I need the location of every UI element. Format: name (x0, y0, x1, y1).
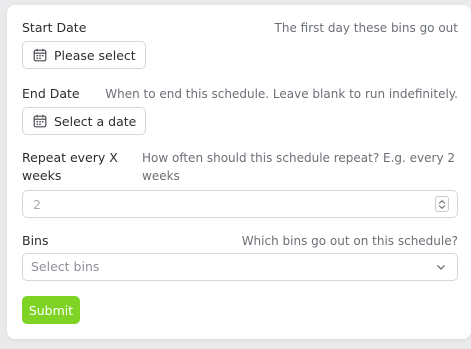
end-date-help: When to end this schedule. Leave blank t… (105, 87, 458, 101)
repeat-label-line2: weeks (22, 168, 62, 183)
start-date-field: Start Date The first day these bins go o… (22, 18, 458, 73)
start-date-label-row: Start Date The first day these bins go o… (22, 18, 458, 38)
stepper-icon[interactable] (435, 196, 449, 212)
start-date-button[interactable]: Please select (22, 41, 146, 69)
chevron-down-icon (437, 265, 445, 270)
start-date-label: Start Date (22, 20, 87, 35)
bins-select[interactable]: Select bins (22, 253, 458, 281)
submit-button[interactable]: Submit (22, 296, 80, 324)
bins-label: Bins (22, 233, 49, 248)
repeat-label: Repeat every X weeks (22, 149, 118, 185)
bins-label-row: Bins Which bins go out on this schedule? (22, 231, 458, 251)
bins-help: Which bins go out on this schedule? (241, 234, 458, 248)
calendar-icon (33, 48, 47, 62)
start-date-help: The first day these bins go out (274, 21, 458, 35)
end-date-button[interactable]: Select a date (22, 107, 147, 135)
end-date-button-label: Select a date (54, 113, 137, 129)
calendar-icon (33, 114, 47, 128)
bins-field: Bins Which bins go out on this schedule?… (22, 231, 458, 283)
repeat-help-line2: weeks (142, 169, 180, 183)
schedule-form-card: Start Date The first day these bins go o… (7, 5, 471, 339)
repeat-weeks-input[interactable] (23, 191, 457, 217)
repeat-input-box (22, 190, 458, 218)
end-date-field: End Date When to end this schedule. Leav… (22, 84, 458, 139)
repeat-label-line1: Repeat every X (22, 150, 118, 165)
end-date-label-row: End Date When to end this schedule. Leav… (22, 84, 458, 104)
end-date-label: End Date (22, 86, 80, 101)
repeat-help: How often should this schedule repeat? E… (142, 149, 455, 185)
repeat-help-line1: How often should this schedule repeat? E… (142, 151, 456, 165)
repeat-field: Repeat every X weeks How often should th… (22, 149, 458, 219)
start-date-button-label: Please select (54, 47, 136, 63)
bins-select-placeholder: Select bins (31, 259, 100, 274)
